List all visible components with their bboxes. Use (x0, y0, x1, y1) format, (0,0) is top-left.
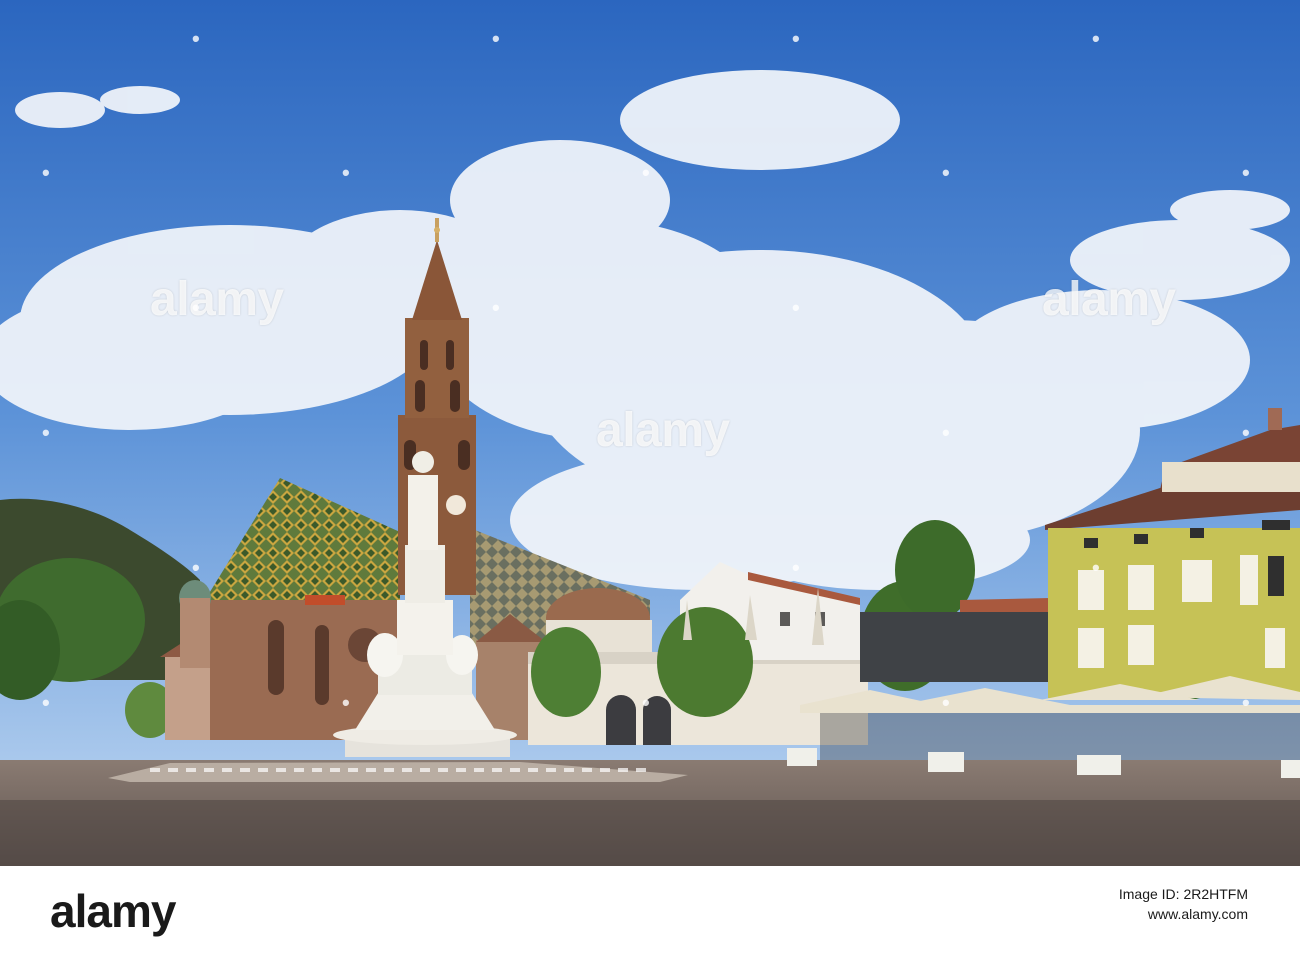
watermark-dot: • (792, 555, 800, 580)
watermark-dot: • (42, 420, 50, 445)
watermark-dot: • (1242, 420, 1250, 445)
watermark-dot: • (642, 690, 650, 715)
image-id: Image ID: 2R2HTFM (1118, 886, 1248, 902)
alamy-logo: alamy (50, 885, 176, 937)
watermark-dot: • (942, 690, 950, 715)
watermark-left: alamy (150, 273, 284, 326)
watermark-dot: • (192, 555, 200, 580)
watermark-dot: • (192, 26, 200, 51)
footer-bar (0, 866, 1300, 956)
watermark-dot: • (192, 295, 200, 320)
watermark-dot: • (942, 160, 950, 185)
watermark-dot: • (492, 26, 500, 51)
watermark-dot: • (1092, 555, 1100, 580)
watermark-dot: • (792, 26, 800, 51)
watermark-dot: • (492, 295, 500, 320)
watermark-dot: • (792, 295, 800, 320)
terrace-roof (860, 612, 1050, 682)
footer-info: Image ID: 2R2HTFM www.alamy.com (1119, 886, 1248, 922)
watermark-dot: • (42, 160, 50, 185)
watermark-dot: • (342, 690, 350, 715)
watermark-right: alamy (1042, 273, 1176, 326)
watermark-dot: • (342, 160, 350, 185)
site-url: www.alamy.com (1147, 906, 1248, 922)
photo: alamy alamy alamy • • • • • • • • • • • … (0, 0, 1300, 866)
watermark-dot: • (42, 690, 50, 715)
watermark-dot: • (642, 160, 650, 185)
watermark-dot: • (942, 420, 950, 445)
watermark-dot: • (1092, 26, 1100, 51)
watermark-dot: • (1242, 690, 1250, 715)
watermark-center: alamy (596, 404, 730, 457)
watermark-dot: • (1242, 160, 1250, 185)
